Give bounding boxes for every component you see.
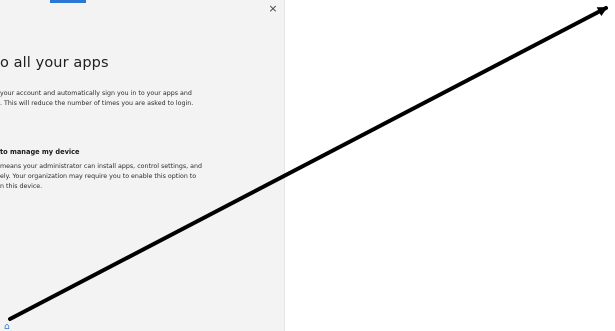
arrow-line: [8, 6, 608, 321]
annotation-arrow: [8, 6, 608, 321]
screen: × o all your apps your account and autom…: [0, 0, 615, 331]
